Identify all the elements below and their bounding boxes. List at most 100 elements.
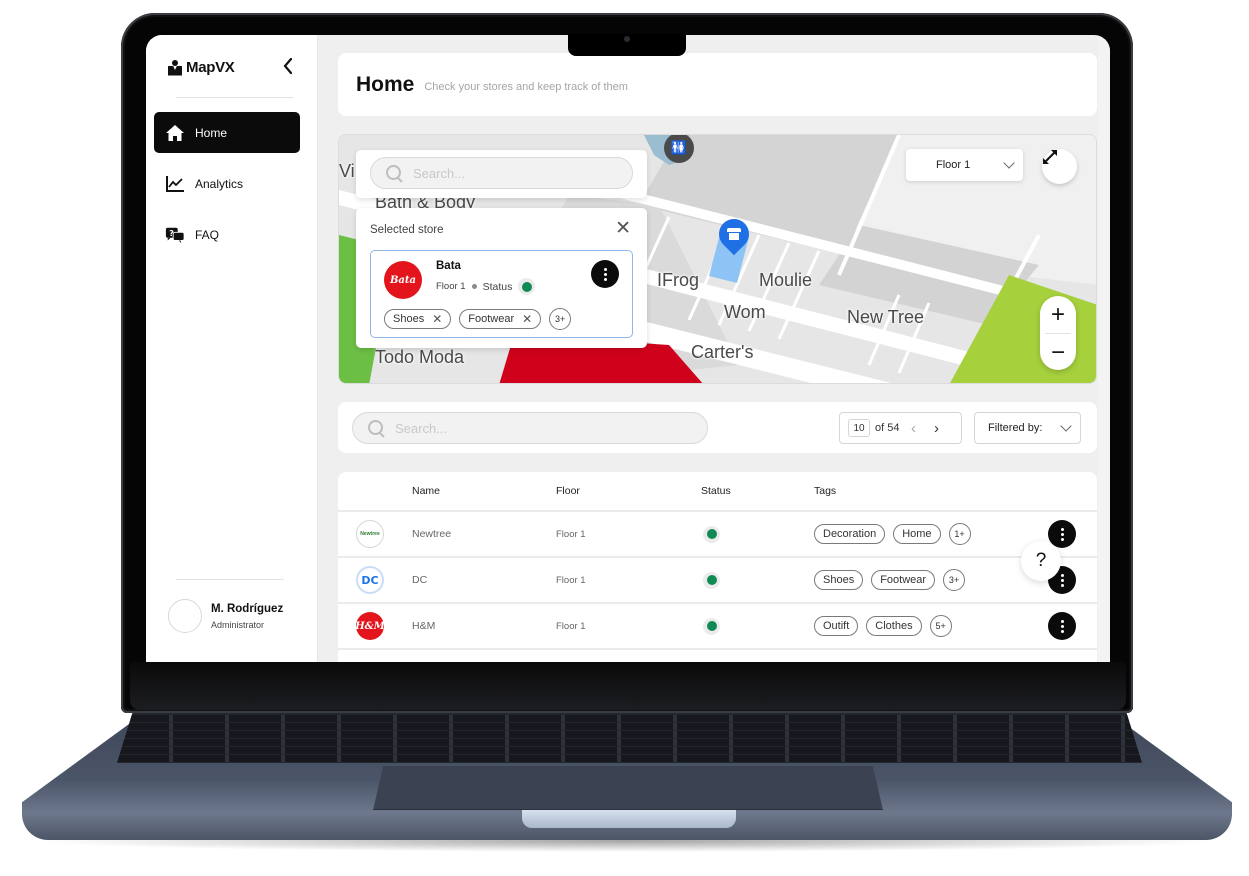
store-logo: Bata bbox=[384, 261, 422, 299]
tag-chip[interactable]: Decoration bbox=[814, 524, 886, 544]
camera-icon bbox=[624, 36, 630, 42]
store-tags: Shoes Footwear 3+ bbox=[814, 569, 1047, 591]
tag-chip[interactable]: Home bbox=[893, 524, 941, 544]
store-logo: DC bbox=[356, 566, 384, 594]
user-profile[interactable]: M. Rodríguez Administrator bbox=[168, 599, 283, 633]
map-zoom-control: + − bbox=[1040, 296, 1076, 370]
tag-chip[interactable]: Outift bbox=[814, 616, 859, 636]
page-size-input[interactable]: 10 bbox=[848, 419, 870, 437]
floor-select[interactable]: Floor 1 bbox=[906, 149, 1023, 181]
tag-chip[interactable]: Shoes bbox=[814, 570, 864, 590]
status-indicator bbox=[518, 278, 536, 295]
sidebar-item-label: Analytics bbox=[195, 176, 244, 191]
sidebar-item-faq[interactable]: ? FAQ bbox=[154, 214, 300, 255]
map-label[interactable]: Wom bbox=[724, 302, 766, 323]
laptop-screen: MapVX Home Analytics ? FAQ M. Rodríguez … bbox=[146, 35, 1110, 662]
status-indicator bbox=[703, 617, 720, 635]
expand-icon bbox=[1043, 150, 1057, 164]
page-title: Home bbox=[356, 72, 415, 96]
svg-text:?: ? bbox=[169, 227, 174, 237]
chevron-down-icon bbox=[1060, 420, 1072, 432]
store-map[interactable]: Bath & Body IFrog Moulie Wom New Tree Ca… bbox=[338, 134, 1097, 384]
sidebar-nav: Home Analytics ? FAQ bbox=[154, 112, 300, 265]
collapse-sidebar-button[interactable] bbox=[279, 57, 297, 77]
store-name: H&M bbox=[412, 620, 436, 632]
map-search-placeholder: Search... bbox=[413, 165, 466, 181]
store-options-button[interactable] bbox=[591, 260, 619, 288]
pagination: 10 of 54 ‹ › bbox=[839, 412, 962, 444]
status-label: Status bbox=[482, 280, 513, 293]
tag-label: Shoes bbox=[393, 313, 425, 325]
column-header-tags[interactable]: Tags bbox=[814, 485, 1047, 497]
row-options-button[interactable] bbox=[1048, 612, 1076, 640]
next-page-button[interactable]: › bbox=[927, 420, 945, 437]
map-search-input[interactable]: Search... bbox=[370, 157, 633, 189]
more-tags-badge[interactable]: 1+ bbox=[948, 523, 971, 545]
remove-tag-icon[interactable]: ✕ bbox=[522, 312, 532, 326]
fullscreen-button[interactable] bbox=[1042, 149, 1077, 184]
table-header: Name Floor Status Tags bbox=[338, 472, 1097, 512]
chart-line-icon bbox=[165, 175, 185, 193]
store-floor: Floor 1 bbox=[556, 620, 586, 632]
map-search-card: Search... bbox=[356, 150, 647, 198]
more-tags-badge[interactable]: 3+ bbox=[943, 569, 966, 591]
store-logo: H&M bbox=[355, 612, 385, 640]
laptop-lid-notch bbox=[522, 810, 736, 828]
table-row[interactable]: DC DC Floor 1 Shoes Footwear 3+ bbox=[338, 558, 1097, 604]
close-icon[interactable]: ✕ bbox=[615, 219, 631, 239]
column-header-status[interactable]: Status bbox=[701, 485, 814, 497]
map-label[interactable]: Todo Moda bbox=[375, 347, 464, 368]
tag-chip[interactable]: Shoes ✕ bbox=[384, 309, 452, 329]
sidebar-item-analytics[interactable]: Analytics bbox=[154, 163, 300, 204]
selected-store-card: Selected store ✕ Bata Bata Floor 1 Statu… bbox=[356, 208, 647, 348]
more-tags-badge[interactable]: 3+ bbox=[549, 308, 572, 330]
status-indicator bbox=[703, 525, 720, 543]
sidebar-item-label: Home bbox=[195, 125, 228, 140]
store-search-input[interactable]: Search... bbox=[352, 412, 708, 444]
remove-tag-icon[interactable]: ✕ bbox=[432, 312, 442, 326]
zoom-in-button[interactable]: + bbox=[1040, 296, 1076, 333]
store-floor: Floor 1 bbox=[556, 528, 586, 540]
selected-store-title: Selected store bbox=[370, 224, 444, 236]
list-toolbar: Search... 10 of 54 ‹ › Filtered by: bbox=[338, 402, 1097, 453]
tag-chip[interactable]: Footwear bbox=[871, 570, 936, 590]
sidebar-item-home[interactable]: Home bbox=[154, 112, 300, 153]
selected-store-item[interactable]: Bata Bata Floor 1 Status Shoes ✕ Footwear… bbox=[370, 250, 633, 338]
laptop-chin bbox=[130, 662, 1126, 710]
chat-question-icon: ? bbox=[165, 226, 185, 244]
map-label[interactable]: Vi bbox=[339, 161, 355, 182]
map-label[interactable]: Moulie bbox=[759, 270, 812, 291]
sidebar-item-label: FAQ bbox=[195, 227, 220, 242]
page-scrollbar[interactable] bbox=[1098, 35, 1110, 662]
more-tags-badge[interactable]: 5+ bbox=[929, 615, 952, 637]
tag-label: Footwear bbox=[468, 313, 515, 325]
restroom-icon[interactable]: 🚻 bbox=[664, 135, 694, 163]
map-label[interactable]: New Tree bbox=[847, 307, 924, 328]
store-logo: Newtree bbox=[356, 520, 384, 548]
separator-dot bbox=[471, 284, 477, 289]
filter-dropdown[interactable]: Filtered by: bbox=[974, 412, 1081, 444]
search-icon bbox=[385, 164, 403, 182]
sidebar-divider bbox=[176, 579, 284, 580]
zoom-out-button[interactable]: − bbox=[1040, 334, 1076, 371]
avatar bbox=[168, 599, 202, 633]
tag-chip[interactable]: Clothes bbox=[866, 616, 922, 636]
page-subtitle: Check your stores and keep track of them bbox=[424, 81, 628, 93]
column-header-name[interactable]: Name bbox=[412, 485, 556, 497]
camera-notch bbox=[568, 34, 686, 56]
store-name: Bata bbox=[436, 260, 461, 272]
app-logo[interactable]: MapVX bbox=[168, 59, 235, 76]
floor-select-value: Floor 1 bbox=[936, 159, 971, 171]
map-label[interactable]: Carter's bbox=[691, 342, 753, 363]
status-indicator bbox=[703, 571, 720, 589]
help-button[interactable]: ? bbox=[1021, 541, 1061, 581]
column-header-floor[interactable]: Floor bbox=[556, 485, 701, 497]
sidebar-divider bbox=[176, 97, 294, 98]
table-row[interactable]: H&M H&M Floor 1 Outift Clothes 5+ bbox=[338, 604, 1097, 650]
home-icon bbox=[165, 124, 185, 142]
tag-chip[interactable]: Footwear ✕ bbox=[459, 309, 542, 329]
prev-page-button[interactable]: ‹ bbox=[904, 420, 922, 437]
store-name: Newtree bbox=[412, 528, 452, 540]
map-label[interactable]: IFrog bbox=[657, 270, 699, 291]
table-row[interactable]: Newtree Newtree Floor 1 Decoration Home … bbox=[338, 512, 1097, 558]
